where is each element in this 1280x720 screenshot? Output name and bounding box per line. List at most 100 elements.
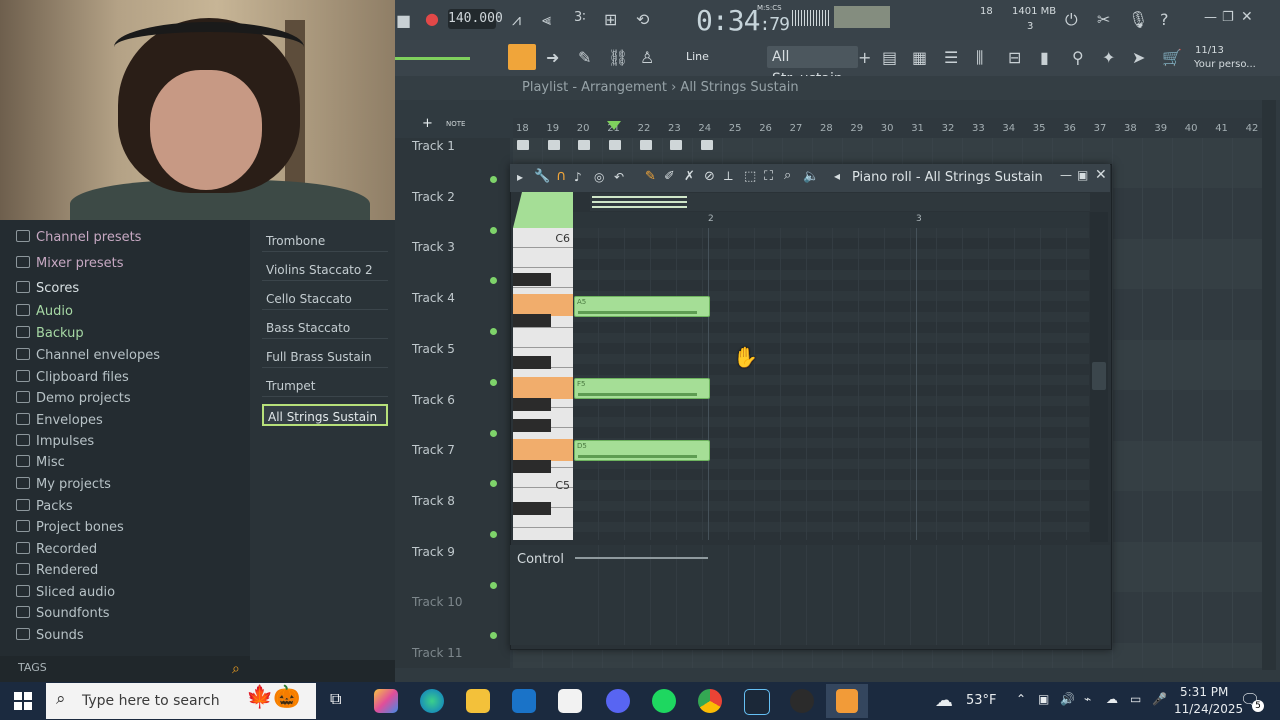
mixer-icon[interactable]: ⫼ <box>976 48 983 68</box>
minimize-icon[interactable]: — <box>1204 10 1217 25</box>
browser-item[interactable]: Recorded <box>16 542 97 557</box>
export-icon[interactable]: ➤ <box>1132 48 1145 67</box>
pattern-clip[interactable] <box>670 140 682 150</box>
pattern-clip[interactable] <box>548 140 560 150</box>
close-icon[interactable]: ✕ <box>1241 9 1253 25</box>
power-icon[interactable]: ⏻ <box>1065 10 1078 30</box>
piano-roll-scrollbar[interactable] <box>1090 212 1108 542</box>
link-icon[interactable]: ⛓ <box>608 48 628 67</box>
piano-roll-ruler[interactable] <box>573 212 1089 228</box>
channel-item[interactable]: Violins Staccato 2 <box>262 259 388 281</box>
black-key[interactable] <box>513 460 551 473</box>
browser-item[interactable]: Demo projects <box>16 391 131 406</box>
active-key[interactable] <box>513 294 573 316</box>
plugin-icon[interactable]: ⚲ <box>1072 48 1084 67</box>
track-header-label[interactable]: Track 2 <box>412 190 455 204</box>
tray-chevron-icon[interactable]: ⌃ <box>1016 692 1026 706</box>
browser-item[interactable]: Audio <box>16 304 73 319</box>
pencil-icon[interactable]: ✎ <box>645 169 656 184</box>
channel-item[interactable]: Cello Staccato <box>262 288 388 310</box>
pattern-clip[interactable] <box>517 140 529 150</box>
stamp-icon[interactable]: ♙ <box>640 48 654 67</box>
magnet-icon[interactable]: ∩ <box>556 168 566 184</box>
piano-keyboard[interactable]: C6 C5 <box>513 228 573 540</box>
stop-icon[interactable]: ■ <box>396 11 411 30</box>
pattern-clip[interactable] <box>701 140 713 150</box>
black-key[interactable] <box>513 314 551 327</box>
delete-icon[interactable]: ✗ <box>684 169 695 184</box>
piano-roll-icon[interactable]: ▦ <box>912 48 927 67</box>
channel-rack-icon[interactable]: ☰ <box>944 48 958 67</box>
slice-icon[interactable]: ⟂ <box>724 169 733 184</box>
pattern-selector[interactable]: All Str..ustain <box>767 46 858 87</box>
track-header-label[interactable]: Track 10 <box>412 595 462 609</box>
browser-item[interactable]: Sliced audio <box>16 585 115 600</box>
options-arrow-icon[interactable]: ▸ <box>517 170 523 184</box>
zoom-icon[interactable]: ⌕ <box>784 168 791 183</box>
track-header-label[interactable]: Track 4 <box>412 291 455 305</box>
copilot-icon[interactable] <box>374 689 398 713</box>
track-header-label[interactable]: Track 6 <box>412 393 455 407</box>
spotify-icon[interactable] <box>652 689 676 713</box>
select-icon[interactable]: ⬚ <box>744 169 756 184</box>
black-key[interactable] <box>513 502 551 515</box>
step-edit-icon[interactable]: ⊞ <box>604 10 617 29</box>
track-mute-led[interactable] <box>490 581 497 589</box>
zoom-select-icon[interactable]: ⛶ <box>764 169 773 184</box>
browser-item[interactable]: Channel envelopes <box>16 348 160 363</box>
news-text[interactable]: Your perso... <box>1194 59 1256 70</box>
track-mute-led[interactable] <box>490 226 497 234</box>
taskbar-search[interactable]: ⌕ Type here to search 🍁🎃 <box>46 683 316 719</box>
arrow-icon[interactable]: ➜ <box>546 48 559 67</box>
file-explorer-icon[interactable] <box>466 689 490 713</box>
note-filter-icon[interactable]: NOTE <box>446 120 465 128</box>
undo-icon[interactable]: ↶ <box>614 170 624 184</box>
note-icon[interactable]: ♪ <box>574 170 582 184</box>
fl-studio-taskbar-button[interactable] <box>826 684 868 718</box>
network-icon[interactable]: ⌁ <box>1084 692 1091 706</box>
browser-item[interactable]: Channel presets <box>16 230 141 245</box>
tools-wrench-icon[interactable]: 🔧 <box>534 169 550 184</box>
track-header-label[interactable]: Track 11 <box>412 646 462 660</box>
clock-time[interactable]: 5:31 PM <box>1180 685 1228 699</box>
scroll-thumb[interactable] <box>1092 362 1106 390</box>
tray-app-icon[interactable]: ▣ <box>1038 692 1049 706</box>
track-mute-led[interactable] <box>490 429 497 437</box>
cut-icon[interactable]: ✂ <box>1097 10 1110 29</box>
chrome-icon[interactable] <box>698 689 722 713</box>
track-mute-led[interactable] <box>490 176 497 183</box>
countdown-icon[interactable]: 3∶ <box>574 10 586 25</box>
playlist-icon[interactable]: ▤ <box>882 48 897 67</box>
browser-item[interactable]: Misc <box>16 455 65 470</box>
browser-item[interactable]: Rendered <box>16 563 98 578</box>
outlook-icon[interactable] <box>512 689 536 713</box>
track-mute-led[interactable] <box>490 530 497 538</box>
browser-item[interactable]: Sounds <box>16 628 84 643</box>
record-icon[interactable]: ● <box>425 9 439 28</box>
active-key[interactable] <box>513 439 573 461</box>
browser-item[interactable]: Mixer presets <box>16 256 124 271</box>
speaker-icon[interactable]: 🔈 <box>803 169 819 184</box>
weather-icon[interactable]: ☁ <box>935 690 953 711</box>
mic-icon[interactable]: 🎙 <box>1128 10 1148 29</box>
pr-close-icon[interactable]: ✕ <box>1095 167 1107 183</box>
weather-temp[interactable]: 53°F <box>966 693 997 708</box>
track-header-label[interactable]: Track 5 <box>412 342 455 356</box>
note-overview[interactable] <box>590 193 1090 211</box>
tempo-display[interactable]: 140.000 <box>448 9 503 29</box>
wait-record-icon[interactable]: ⫷ <box>542 10 551 30</box>
track-header-label[interactable]: Track 3 <box>412 240 455 254</box>
playlist-scrollbar[interactable] <box>1262 100 1276 670</box>
playhead-marker[interactable] <box>607 121 621 130</box>
record-circle-icon[interactable]: ◎ <box>594 170 604 184</box>
track-header-label[interactable]: Track 1 <box>412 139 455 153</box>
sample-icon[interactable]: ▮ <box>1040 48 1049 67</box>
note-block[interactable]: A5 <box>574 296 710 317</box>
edge-icon[interactable] <box>420 689 444 713</box>
black-key[interactable] <box>513 398 551 411</box>
pattern-clip[interactable] <box>640 140 652 150</box>
white-key[interactable] <box>513 528 573 540</box>
channel-item[interactable]: Trombone <box>262 230 388 252</box>
add-track-icon[interactable]: + <box>422 116 433 131</box>
browser-item[interactable]: Packs <box>16 499 73 514</box>
